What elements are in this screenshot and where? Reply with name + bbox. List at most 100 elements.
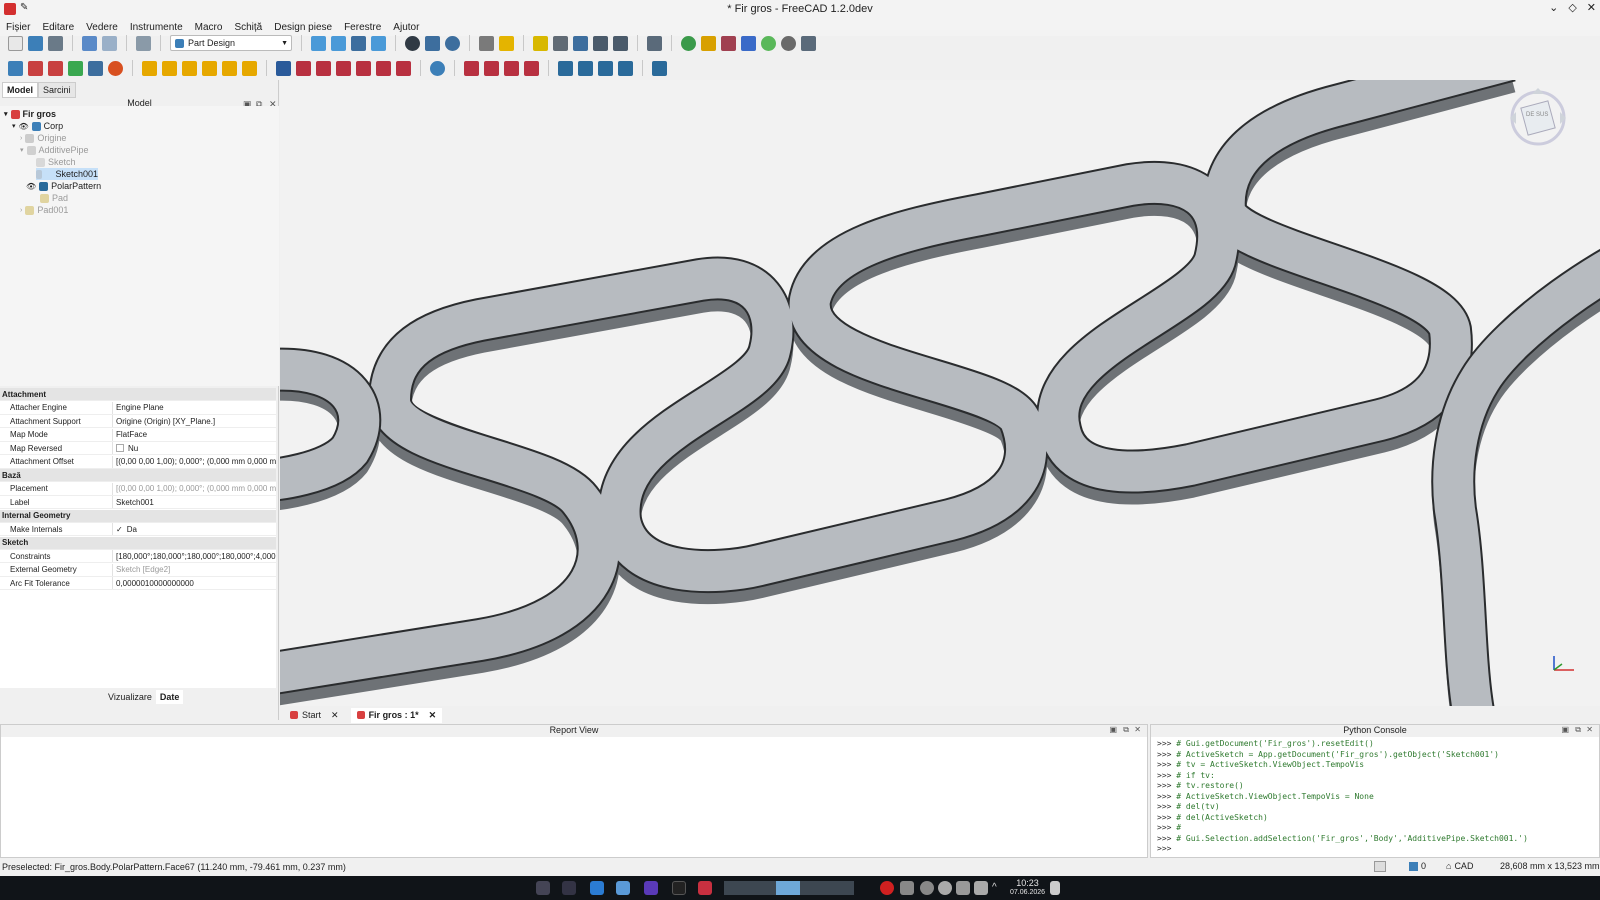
- tree-item-sketch001[interactable]: Sketch001: [36, 168, 98, 180]
- tab-view[interactable]: Vizualizare: [104, 690, 156, 704]
- prop-row[interactable]: Attachment Offset [(0,00 0,00 1,00); 0,00…: [0, 455, 276, 469]
- prop-row[interactable]: Attacher Engine Engine Plane: [0, 401, 276, 415]
- datum-icon[interactable]: [108, 60, 123, 76]
- polar-pattern-icon[interactable]: [598, 60, 613, 76]
- browser-icon[interactable]: [644, 881, 658, 895]
- revolution-icon[interactable]: [162, 60, 177, 76]
- prop-row[interactable]: Constraints [180,000°;180,000°;180,000°;1…: [0, 550, 276, 563]
- close-icon[interactable]: ✕: [1587, 1, 1596, 14]
- whats-this-icon[interactable]: [647, 35, 662, 51]
- subtractive-primitive-icon[interactable]: [396, 60, 411, 76]
- sprocket-icon[interactable]: [652, 60, 667, 76]
- clock[interactable]: 10:23 07.06.2026: [1010, 879, 1045, 897]
- pause-icon[interactable]: [920, 881, 934, 895]
- close-tab-icon[interactable]: ✕: [429, 710, 437, 721]
- subtractive-helix-icon[interactable]: [376, 60, 391, 76]
- export-icon[interactable]: [593, 35, 608, 51]
- fit-selection-icon[interactable]: [331, 35, 346, 51]
- navigation-cube[interactable]: DE SUS: [1506, 86, 1570, 150]
- subtractive-loft-icon[interactable]: [336, 60, 351, 76]
- thickness-icon[interactable]: [524, 60, 539, 76]
- close-panel-icon[interactable]: ✕: [1586, 725, 1593, 734]
- pad-icon[interactable]: [142, 60, 157, 76]
- checkmark-icon[interactable]: ✓: [116, 525, 123, 534]
- prop-row[interactable]: Make Internals ✓ Da: [0, 523, 276, 536]
- bounding-box-icon[interactable]: [371, 35, 386, 51]
- wrench-icon[interactable]: [701, 35, 716, 51]
- hole-icon[interactable]: [296, 60, 311, 76]
- validate-sketch-icon[interactable]: [48, 60, 63, 76]
- tab-data[interactable]: Date: [155, 690, 184, 704]
- workbench-selector[interactable]: Part Design ▼: [170, 35, 292, 51]
- selection-count[interactable]: 0: [1409, 861, 1426, 871]
- minimize-icon[interactable]: ⌄: [1549, 1, 1558, 14]
- prop-row[interactable]: Label Sketch001: [0, 496, 276, 509]
- tree-item-pad[interactable]: Pad: [40, 192, 68, 204]
- folder-icon[interactable]: [573, 35, 588, 51]
- lock-icon[interactable]: [499, 35, 514, 51]
- additive-helix-icon[interactable]: [222, 60, 237, 76]
- prop-row[interactable]: Arc Fit Tolerance 0,0000010000000000: [0, 577, 276, 590]
- linear-pattern-icon[interactable]: [578, 60, 593, 76]
- prop-row[interactable]: External Geometry Sketch [Edge2]: [0, 563, 276, 577]
- maximize-icon[interactable]: ◇: [1568, 1, 1576, 14]
- draft-icon[interactable]: [504, 60, 519, 76]
- clone-icon[interactable]: [88, 60, 103, 76]
- additive-pipe-icon[interactable]: [202, 60, 217, 76]
- tab-tasks[interactable]: Sarcini: [38, 82, 76, 98]
- clipboard-icon[interactable]: [900, 881, 914, 895]
- active-window-preview[interactable]: [776, 881, 800, 895]
- close-panel-icon[interactable]: ✕: [1134, 725, 1141, 734]
- tree-item-pad001[interactable]: › Pad001: [20, 204, 68, 216]
- float-icon[interactable]: ⧉: [1123, 725, 1129, 735]
- save-icon[interactable]: [48, 35, 63, 51]
- additive-primitive-icon[interactable]: [242, 60, 257, 76]
- mirrored-icon[interactable]: [558, 60, 573, 76]
- dxf-icon[interactable]: [761, 35, 776, 51]
- tree-item-fir-gros[interactable]: ▾ Fir gros: [4, 108, 56, 120]
- tree-item-corp[interactable]: ▾ 👁 Corp: [12, 120, 63, 132]
- terminal-icon[interactable]: [562, 881, 576, 895]
- standard-views-icon[interactable]: [351, 35, 366, 51]
- checkbox[interactable]: [116, 444, 124, 452]
- fillet-icon[interactable]: [464, 60, 479, 76]
- redo-icon[interactable]: [102, 35, 117, 51]
- show-desktop-icon[interactable]: [1050, 881, 1060, 895]
- new-document-icon[interactable]: [8, 35, 23, 51]
- close-tab-icon[interactable]: ✕: [331, 710, 339, 721]
- tree-item-polarpattern[interactable]: 👁 PolarPattern: [26, 180, 101, 192]
- fit-all-icon[interactable]: [311, 35, 326, 51]
- magic-wand-icon[interactable]: [801, 35, 816, 51]
- prop-row[interactable]: Map Reversed Nu: [0, 442, 276, 455]
- prop-group-sketch[interactable]: Sketch: [0, 536, 276, 550]
- test-tube-icon[interactable]: [721, 35, 736, 51]
- draw-style-icon[interactable]: [405, 35, 420, 51]
- file-manager-icon[interactable]: [616, 881, 630, 895]
- prop-row[interactable]: Map Mode FlatFace: [0, 428, 276, 442]
- tab-start[interactable]: Start ✕: [284, 708, 345, 723]
- console-app-icon[interactable]: [672, 881, 686, 895]
- tab-fir-gros[interactable]: Fir gros : 1* ✕: [350, 707, 443, 723]
- eye-icon[interactable]: 👁: [26, 182, 36, 191]
- float-icon[interactable]: ⧉: [1575, 725, 1581, 735]
- eye-icon[interactable]: 👁: [19, 122, 29, 131]
- console-input[interactable]: >>>: [1151, 844, 1599, 855]
- prop-row[interactable]: Placement [(0,00 0,00 1,00); 0,000°; (0,0…: [0, 482, 276, 496]
- 3d-model-view[interactable]: [280, 80, 1600, 706]
- tray-app-icon[interactable]: [880, 881, 894, 895]
- chevron-up-icon[interactable]: ^: [992, 881, 1006, 895]
- volume-icon[interactable]: [974, 881, 988, 895]
- tree-item-additivepipe[interactable]: ▾ AdditivePipe: [20, 144, 89, 156]
- tree-item-sketch[interactable]: Sketch: [36, 156, 76, 168]
- prop-group-base[interactable]: Bază: [0, 469, 276, 482]
- subtractive-pipe-icon[interactable]: [356, 60, 371, 76]
- prop-row[interactable]: Attachment Support Origine (Origin) [XY_P…: [0, 415, 276, 428]
- app-icon[interactable]: [590, 881, 604, 895]
- undo-icon[interactable]: [82, 35, 97, 51]
- groove-icon[interactable]: [316, 60, 331, 76]
- brightness-icon[interactable]: [938, 881, 952, 895]
- chamfer-icon[interactable]: [484, 60, 499, 76]
- addon-manager-icon[interactable]: [681, 35, 696, 51]
- launcher-icon[interactable]: [536, 881, 550, 895]
- freecad-taskbar-icon[interactable]: [698, 881, 712, 895]
